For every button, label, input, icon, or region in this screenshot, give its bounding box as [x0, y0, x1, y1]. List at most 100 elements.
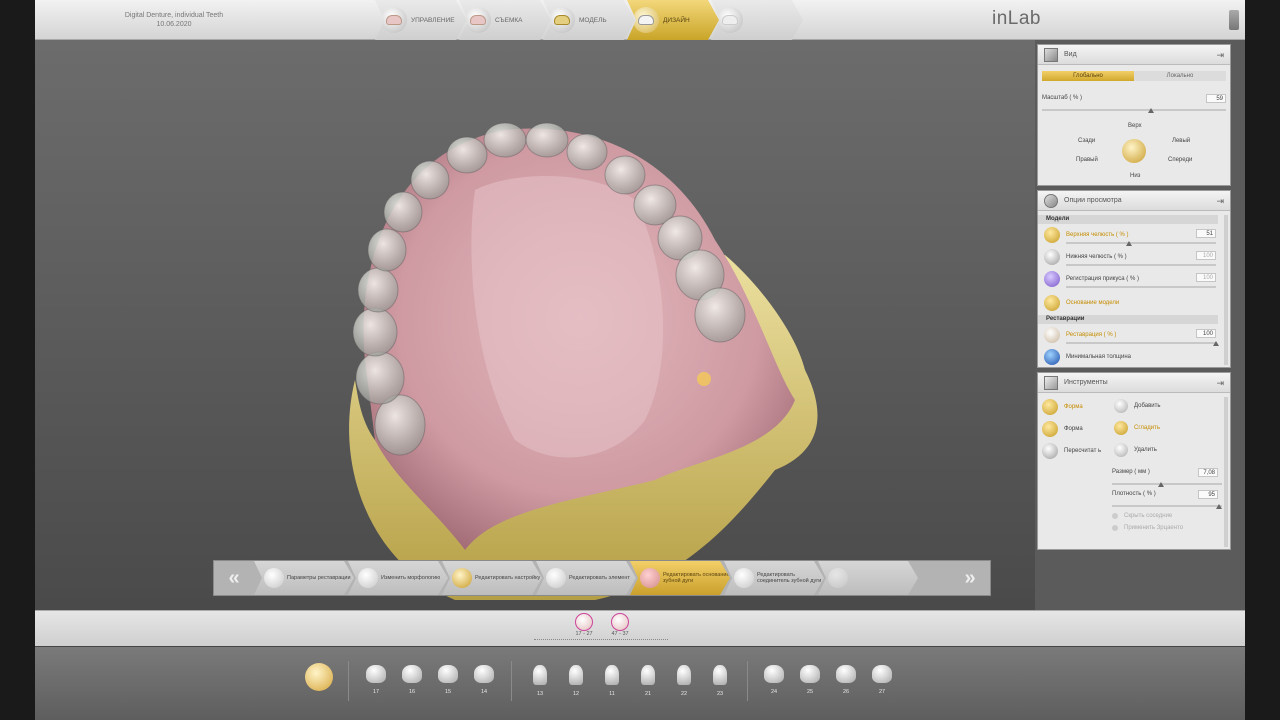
view-back[interactable]: Сзади — [1078, 138, 1095, 144]
view-right[interactable]: Правый — [1076, 157, 1098, 163]
upper-jaw-thumb[interactable] — [1126, 241, 1132, 246]
pin-icon[interactable]: ⇥ — [1216, 378, 1224, 389]
molar-icon — [836, 665, 856, 683]
view-bottom[interactable]: Низ — [1130, 173, 1140, 179]
step-model[interactable]: МОДЕЛЬ — [543, 0, 635, 40]
restoration-value[interactable]: 100 — [1196, 329, 1216, 338]
view-mode-toggle: Глобально Локально — [1042, 71, 1226, 81]
view-front[interactable]: Спереди — [1168, 157, 1192, 163]
tooth-15[interactable]: 15 — [437, 665, 459, 695]
size-value[interactable]: 7,08 — [1198, 468, 1218, 477]
view-panel-header[interactable]: Вид ⇥ — [1038, 45, 1230, 65]
tooth-26[interactable]: 26 — [835, 665, 857, 695]
restoration-thumb[interactable] — [1213, 341, 1219, 346]
tools-header[interactable]: Инструменты ⇥ — [1038, 373, 1230, 393]
3d-viewport[interactable] — [35, 40, 1035, 610]
shape-icon — [1042, 421, 1058, 437]
upper-jaw-item[interactable]: Верхняя челюсть ( % ) — [1044, 227, 1129, 243]
view-panel: Вид ⇥ Глобально Локально Масштаб ( % ) 5… — [1037, 44, 1231, 186]
tooth-13[interactable]: 13 — [529, 665, 551, 697]
jaw-orientation-icon[interactable] — [1122, 139, 1146, 163]
lower-jaw-item[interactable]: Нижняя челюсть ( % ) — [1044, 249, 1127, 265]
add-icon — [1114, 399, 1128, 413]
restorations-section-header[interactable]: Реставрации — [1038, 315, 1218, 324]
molar-icon — [402, 665, 422, 683]
restoration-item[interactable]: Реставрация ( % ) — [1044, 327, 1116, 343]
previous-step-button[interactable]: « — [214, 561, 254, 595]
smooth-icon — [1114, 421, 1128, 435]
size-slider-thumb[interactable] — [1158, 482, 1164, 487]
tooth-25[interactable]: 25 — [799, 665, 821, 695]
wizard-step-arch-base[interactable]: Редактировать основание зубной дуги — [630, 561, 730, 595]
menu-handle-icon[interactable] — [1229, 10, 1239, 30]
view-left[interactable]: Левый — [1172, 138, 1190, 144]
step-design[interactable]: ДИЗАЙН — [627, 0, 719, 40]
tool-recalculate[interactable]: Пересчитат ь — [1042, 443, 1104, 459]
restoration-slider[interactable] — [1066, 342, 1216, 344]
density-value[interactable]: 95 — [1198, 490, 1218, 499]
bite-registration-slider[interactable] — [1066, 286, 1216, 288]
arch-connector-icon — [734, 568, 754, 588]
tooth-22[interactable]: 22 — [673, 665, 695, 697]
tooth-16[interactable]: 16 — [401, 665, 423, 695]
wizard-step-setup[interactable]: Редактировать настройку — [442, 561, 542, 595]
wizard-step-arch-connector[interactable]: Редактировать соединитель зубной дуги — [724, 561, 824, 595]
setup-icon — [452, 568, 472, 588]
tooth-number: 14 — [480, 689, 488, 695]
tooth-11[interactable]: 11 — [601, 665, 623, 697]
density-slider-thumb[interactable] — [1216, 504, 1222, 509]
pin-icon[interactable]: ⇥ — [1216, 50, 1224, 61]
min-thickness-item[interactable]: Минимальная толщина — [1044, 349, 1131, 365]
lower-jaw-slider[interactable] — [1066, 264, 1216, 266]
size-slider[interactable] — [1112, 483, 1222, 485]
wizard-step-morphology[interactable]: Изменить морфологию — [348, 561, 448, 595]
recalculate-icon — [1042, 443, 1058, 459]
op-add[interactable]: Добавить — [1114, 399, 1161, 413]
molar-icon — [366, 665, 386, 683]
wizard-step-label: Редактировать элемент — [569, 574, 630, 581]
models-section-header[interactable]: Модели — [1038, 215, 1218, 224]
tooth-23[interactable]: 23 — [709, 665, 731, 697]
tooth-14[interactable]: 14 — [473, 665, 495, 695]
tooth-number: 26 — [842, 689, 850, 695]
step-scan[interactable]: СЪЕМКА — [459, 0, 551, 40]
tooth-21[interactable]: 21 — [637, 665, 659, 697]
pin-icon[interactable]: ⇥ — [1216, 196, 1224, 207]
full-arch-icon[interactable] — [305, 663, 333, 691]
jaw-upper[interactable]: 17 - 27 — [572, 613, 596, 637]
step-administration[interactable]: УПРАВЛЕНИЕ — [375, 0, 467, 40]
op-remove[interactable]: Удалить — [1114, 443, 1157, 457]
tooth-27[interactable]: 27 — [871, 665, 893, 695]
view-options-header[interactable]: Опции просмотра ⇥ — [1038, 191, 1230, 211]
wizard-step-element[interactable]: Редактировать элемент — [536, 561, 636, 595]
wizard-step-restoration-params[interactable]: Параметры реставрации — [254, 561, 354, 595]
upper-jaw-slider[interactable] — [1066, 242, 1216, 244]
brush-cursor — [697, 372, 711, 386]
tool-shape-active[interactable]: Форма — [1042, 399, 1083, 415]
bite-registration-value[interactable]: 100 — [1196, 273, 1216, 282]
model-base-item[interactable]: Основание модели — [1044, 295, 1119, 311]
jaw-lower[interactable]: 47 - 37 — [608, 613, 632, 637]
tooth-24[interactable]: 24 — [763, 665, 785, 695]
tooth-12[interactable]: 12 — [565, 665, 587, 697]
tooth-icon — [264, 568, 284, 588]
density-slider[interactable] — [1112, 505, 1222, 507]
apply-symmetric-option[interactable]: Применить Зрцаенто — [1112, 525, 1183, 531]
lower-jaw-value[interactable]: 100 — [1196, 251, 1216, 260]
tooth-17[interactable]: 17 — [365, 665, 387, 695]
upper-jaw-value[interactable]: 51 — [1196, 229, 1216, 238]
view-top[interactable]: Верх — [1128, 123, 1142, 129]
toggle-global[interactable]: Глобально — [1042, 71, 1134, 81]
scale-value[interactable]: 59 — [1206, 94, 1226, 103]
bite-registration-item[interactable]: Регистрация прикуса ( % ) — [1044, 271, 1139, 287]
hide-neighbors-option[interactable]: Скрыть соседние — [1112, 513, 1172, 519]
next-step-button[interactable]: » — [950, 561, 990, 595]
scale-slider[interactable] — [1042, 109, 1226, 111]
toggle-local[interactable]: Локально — [1134, 71, 1226, 81]
upper-jaw-label: Верхняя челюсть ( % ) — [1066, 232, 1129, 238]
tools-scrollbar[interactable] — [1224, 397, 1228, 547]
op-smooth[interactable]: Сгладить — [1114, 421, 1160, 435]
scale-slider-thumb[interactable] — [1148, 108, 1154, 113]
view-options-scrollbar[interactable] — [1224, 215, 1228, 365]
tool-shape[interactable]: Форма — [1042, 421, 1083, 437]
